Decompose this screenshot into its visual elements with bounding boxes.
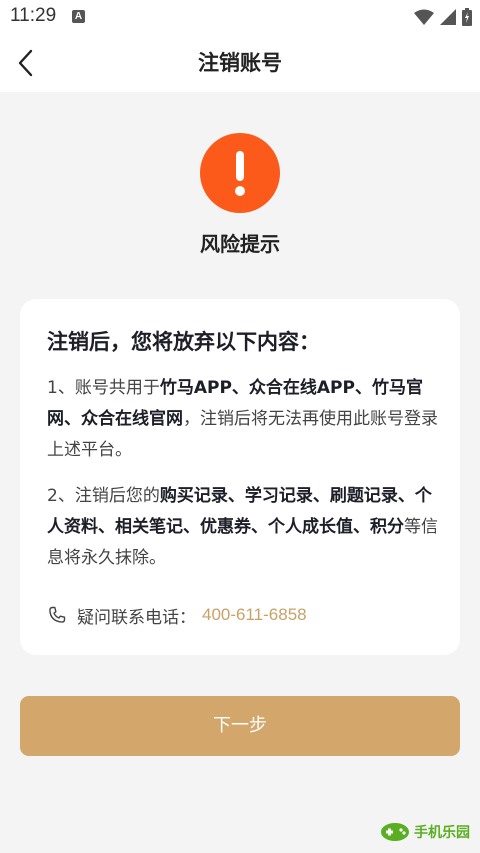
battery-icon — [462, 8, 472, 26]
watermark-logo: 手机乐园 — [380, 821, 470, 843]
phone-icon — [49, 606, 66, 623]
gamepad-logo-icon — [381, 823, 409, 841]
status-bar: 11:29 A — [0, 0, 480, 34]
paragraph-records: 2、注销后您的购买记录、学习记录、刷题记录、个人资料、相关笔记、优惠券、个人成长… — [47, 481, 442, 574]
warning-icon-circle — [200, 133, 280, 213]
a-notification-icon: A — [72, 10, 85, 23]
wifi-icon — [414, 9, 434, 25]
paragraph-1-prefix: 1、账号共用于 — [47, 378, 160, 398]
warning-title: 风险提示 — [200, 232, 280, 256]
contact-phone-link[interactable]: 400-611-6858 — [202, 605, 307, 625]
card-heading: 注销后，您将放弃以下内容： — [47, 330, 320, 354]
next-step-button[interactable]: 下一步 — [20, 696, 460, 756]
info-card: 注销后，您将放弃以下内容： 1、账号共用于竹马APP、众合在线APP、竹马官网、… — [20, 299, 460, 655]
paragraph-platforms: 1、账号共用于竹马APP、众合在线APP、竹马官网、众合在线官网，注销后将无法再… — [47, 373, 442, 466]
status-icons — [414, 6, 472, 28]
watermark-text: 手机乐园 — [414, 825, 470, 841]
signal-icon — [440, 9, 456, 25]
exclamation-icon — [235, 151, 245, 196]
paragraph-2-prefix: 2、注销后您的 — [47, 486, 160, 506]
contact-label: 疑问联系电话： — [77, 607, 196, 628]
status-time: 11:29 — [10, 5, 57, 26]
contact-row: 疑问联系电话： 400-611-6858 — [47, 600, 307, 630]
nav-bar: 注销账号 — [0, 34, 480, 92]
page-title: 注销账号 — [198, 51, 282, 75]
